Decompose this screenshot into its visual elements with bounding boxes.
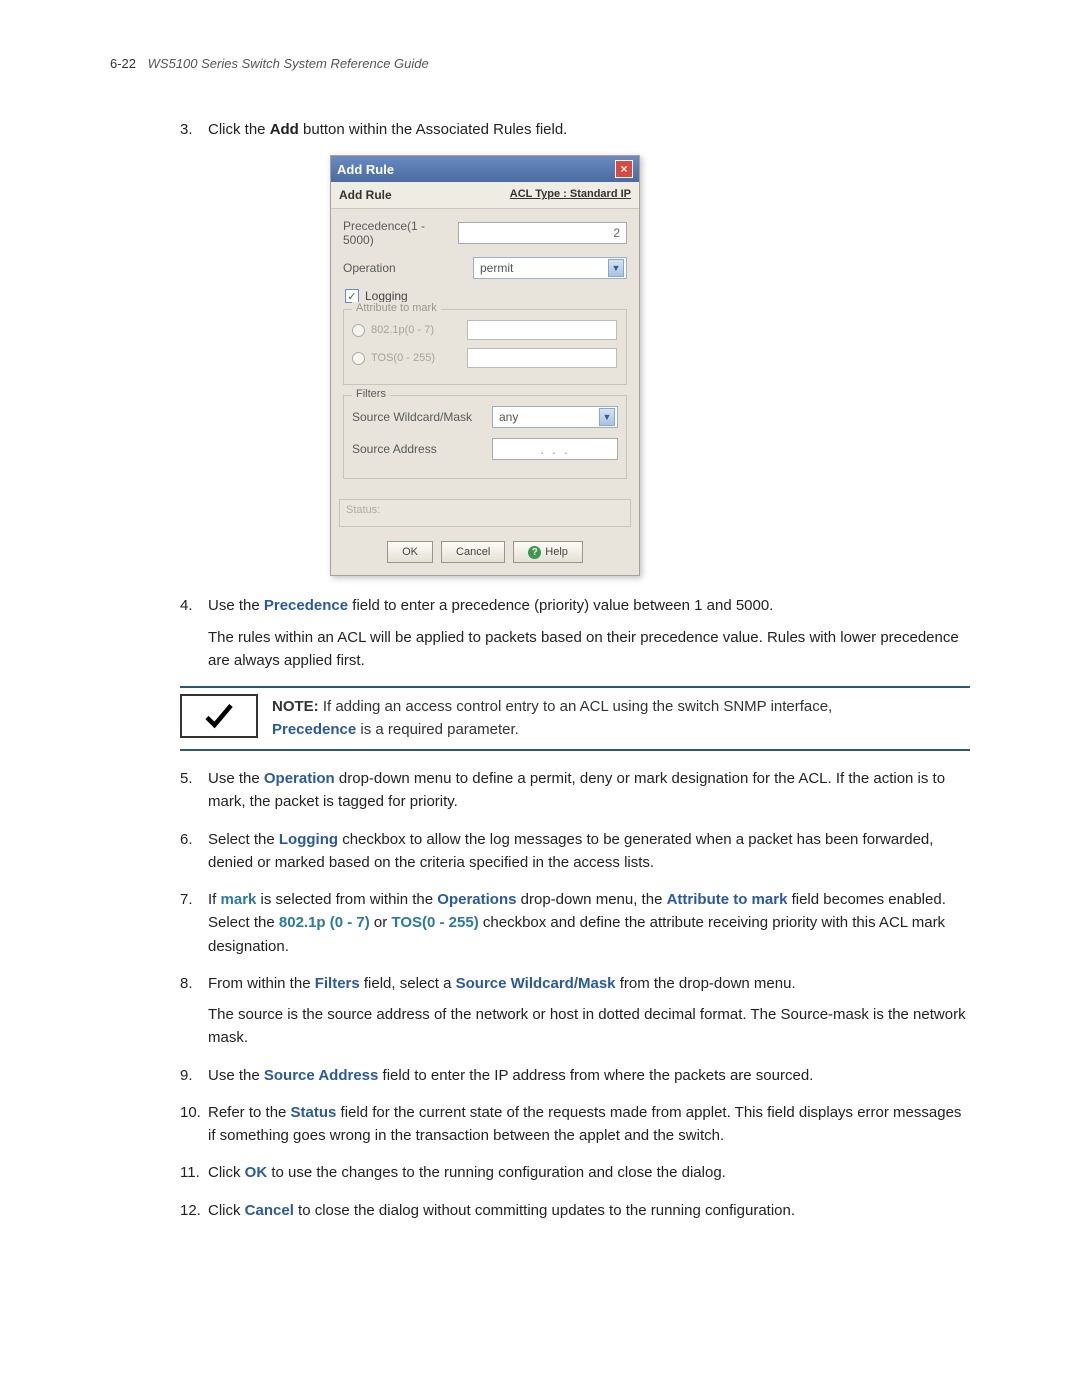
step-9: 9. Use the Source Address field to enter… (180, 1064, 970, 1087)
step-11: 11. Click OK to use the changes to the r… (180, 1161, 970, 1184)
dialog-figure: Add Rule × Add Rule ACL Type : Standard … (330, 155, 970, 576)
step-8: 8. From within the Filters field, select… (180, 972, 970, 1050)
tos-label: TOS(0 - 255) (371, 352, 461, 364)
step-6: 6. Select the Logging checkbox to allow … (180, 828, 970, 875)
doc-title: WS5100 Series Switch System Reference Gu… (148, 56, 429, 71)
chevron-down-icon: ▼ (608, 259, 624, 277)
logging-checkbox[interactable]: ✓ (345, 289, 359, 303)
operation-label: Operation (343, 261, 473, 275)
checkmark-icon (180, 694, 258, 738)
8021p-label: 802.1p(0 - 7) (371, 324, 461, 336)
swm-row: Source Wildcard/Mask any ▼ (352, 406, 618, 428)
attribute-legend: Attribute to mark (352, 302, 441, 314)
dialog-subheader: Add Rule ACL Type : Standard IP (331, 182, 639, 209)
attribute-fieldset: Attribute to mark 802.1p(0 - 7) TOS(0 - … (343, 309, 627, 385)
logging-row: ✓ Logging (345, 289, 627, 303)
step-4-para: The rules within an ACL will be applied … (208, 626, 970, 673)
source-address-row: Source Address . . . (352, 438, 618, 460)
8021p-radio[interactable] (352, 324, 365, 337)
content-area: 3. Click the Add button within the Assoc… (180, 118, 970, 1236)
page-number: 6-22 (110, 56, 136, 71)
precedence-label: Precedence(1 - 5000) (343, 219, 458, 247)
step-3: 3. Click the Add button within the Assoc… (180, 118, 970, 141)
operation-value: permit (480, 261, 513, 275)
precedence-row: Precedence(1 - 5000) (343, 219, 627, 247)
subhead-left: Add Rule (339, 188, 392, 202)
close-icon[interactable]: × (615, 160, 633, 178)
subhead-right: ACL Type : Standard IP (510, 188, 631, 202)
step-5: 5. Use the Operation drop-down menu to d… (180, 767, 970, 814)
source-address-label: Source Address (352, 442, 492, 456)
step-12: 12. Click Cancel to close the dialog wit… (180, 1199, 970, 1222)
add-rule-dialog: Add Rule × Add Rule ACL Type : Standard … (330, 155, 640, 576)
filters-fieldset: Filters Source Wildcard/Mask any ▼ Sourc… (343, 395, 627, 479)
chevron-down-icon: ▼ (599, 408, 615, 426)
precedence-input[interactable] (458, 222, 627, 244)
step-body: Click the Add button within the Associat… (208, 118, 970, 141)
operation-select[interactable]: permit ▼ (473, 257, 627, 279)
8021p-input[interactable] (467, 320, 617, 340)
step-10: 10. Refer to the Status field for the cu… (180, 1101, 970, 1148)
help-icon: ? (528, 546, 541, 559)
8021p-row: 802.1p(0 - 7) (352, 320, 618, 340)
step-4: 4. Use the Precedence field to enter a p… (180, 594, 970, 672)
dialog-title: Add Rule (337, 162, 394, 177)
operation-row: Operation permit ▼ (343, 257, 627, 279)
note-text: NOTE: If adding an access control entry … (272, 688, 970, 749)
tos-row: TOS(0 - 255) (352, 348, 618, 368)
page-header: 6-22 WS5100 Series Switch System Referen… (110, 56, 429, 71)
button-row: OK Cancel ? Help (331, 535, 639, 575)
status-area: Status: (339, 499, 631, 527)
logging-label: Logging (365, 289, 408, 303)
titlebar: Add Rule × (331, 156, 639, 182)
ok-button[interactable]: OK (387, 541, 433, 563)
swm-value: any (499, 410, 518, 424)
cancel-button[interactable]: Cancel (441, 541, 505, 563)
note-box: NOTE: If adding an access control entry … (180, 686, 970, 751)
swm-select[interactable]: any ▼ (492, 406, 618, 428)
tos-radio[interactable] (352, 352, 365, 365)
step-num: 3. (180, 118, 208, 141)
step-7: 7. If mark is selected from within the O… (180, 888, 970, 958)
help-button[interactable]: ? Help (513, 541, 583, 563)
steps-lower: 5. Use the Operation drop-down menu to d… (180, 767, 970, 1222)
tos-input[interactable] (467, 348, 617, 368)
dialog-body: Precedence(1 - 5000) Operation permit ▼ … (331, 209, 639, 493)
swm-label: Source Wildcard/Mask (352, 410, 492, 424)
add-bold: Add (270, 121, 299, 138)
source-address-input[interactable]: . . . (492, 438, 618, 460)
filters-legend: Filters (352, 388, 390, 400)
